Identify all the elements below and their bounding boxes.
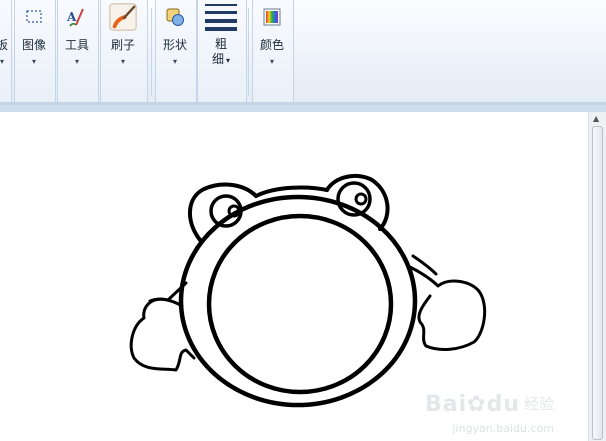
size-label: 粗 细 ▾ [212, 37, 230, 68]
body-outer [178, 194, 418, 408]
image-button[interactable]: 图像 ▾ [17, 2, 51, 67]
vertical-scrollbar[interactable]: ▲ [588, 112, 606, 441]
tools-button[interactable]: A 工具 ▾ [60, 2, 94, 67]
watermark-cn: 经验 [523, 395, 554, 413]
watermark: Bai✿du 经验 [425, 392, 554, 417]
size-label-line1: 粗 [214, 37, 227, 51]
chevron-down-icon: ▾ [120, 57, 125, 66]
right-arm [406, 264, 487, 351]
chevron-down-icon: ▾ [0, 57, 4, 66]
chevron-down-icon: ▾ [226, 56, 231, 65]
canvas-frame [0, 105, 606, 112]
brush-icon [108, 2, 138, 32]
colors-label: 颜色 [259, 38, 284, 52]
left-arm-detail [148, 297, 184, 308]
watermark-url: jingyan.baidu.com [452, 422, 554, 435]
select-icon [19, 2, 49, 32]
chevron-down-icon: ▾ [269, 57, 274, 66]
group-separator [248, 8, 249, 96]
clipboard-button[interactable]: 板 ▾ [0, 2, 12, 67]
right-pupil [354, 192, 368, 206]
clipboard-label: 板 [0, 38, 8, 52]
scroll-up-icon[interactable]: ▲ [593, 114, 599, 123]
ribbon: 板 ▾ 图像 ▾ A 工具 ▾ 刷子 ▾ 形状 ▾ 粗 细 ▾ 颜色 ▾ [0, 0, 606, 104]
paw-icon: ✿ [467, 392, 487, 417]
shapes-label: 形状 [162, 38, 187, 52]
brushes-button[interactable]: 刷子 ▾ [105, 2, 141, 67]
head-top [254, 185, 329, 198]
drawing-canvas[interactable]: Bai✿du 经验 jingyan.baidu.com [0, 112, 588, 441]
chevron-down-icon: ▾ [74, 57, 79, 66]
color-icon [257, 2, 287, 32]
colors-button[interactable]: 颜色 ▾ [255, 2, 289, 67]
group-separator [151, 8, 152, 96]
svg-text:A: A [66, 10, 77, 24]
chevron-down-icon: ▾ [31, 57, 36, 66]
size-label-line2: 细 ▾ [211, 52, 231, 66]
shapes-icon [160, 2, 190, 32]
watermark-brand: Bai✿du [424, 392, 520, 417]
body-inner [206, 213, 394, 395]
image-label: 图像 [21, 38, 46, 52]
size-button[interactable]: 粗 细 ▾ [202, 2, 240, 68]
shapes-button[interactable]: 形状 ▾ [158, 2, 192, 67]
scroll-thumb[interactable] [592, 126, 603, 440]
tools-icon: A [62, 2, 92, 32]
brushes-label: 刷子 [110, 38, 135, 52]
line-width-icon [204, 2, 238, 32]
tools-label: 工具 [64, 38, 89, 52]
chevron-down-icon: ▾ [172, 57, 177, 66]
